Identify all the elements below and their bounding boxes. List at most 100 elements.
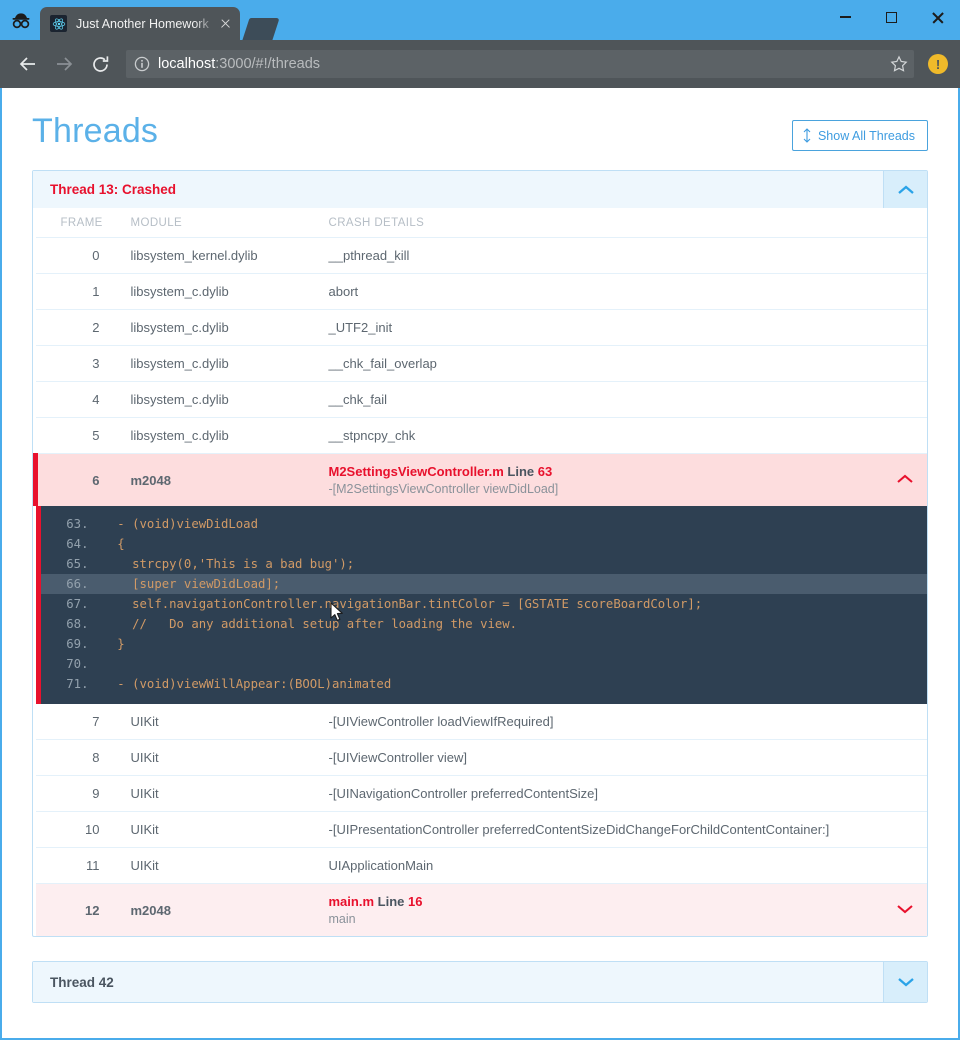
- table-row[interactable]: 3 libsystem_c.dylib __chk_fail_overlap: [35, 345, 927, 382]
- table-row-crash[interactable]: 12 m2048 main.m Line 16 main: [35, 883, 927, 936]
- chevron-down-icon: [897, 904, 913, 913]
- code-line-text: self.navigationController.navigationBar.…: [102, 597, 703, 611]
- table-row[interactable]: 10 UIKit -[UIPresentationController pref…: [35, 811, 927, 848]
- frame-index: 6: [33, 453, 114, 506]
- thread-expand-toggle[interactable]: [883, 962, 927, 1002]
- frame-spacer: [883, 704, 927, 740]
- frame-spacer: [883, 273, 927, 310]
- source-code-row: 63. - (void)viewDidLoad 64. { 65. strcpy…: [35, 506, 928, 704]
- code-line-text: - (void)viewDidLoad: [102, 517, 258, 531]
- url-path: :3000/#!/threads: [215, 56, 321, 72]
- page-content: Threads Show All Threads Thread 13: Cras…: [2, 88, 958, 1038]
- page-title: Threads: [32, 112, 159, 150]
- menu-badge-glyph: !: [935, 56, 941, 72]
- url-text: localhost:3000/#!/threads: [158, 56, 320, 72]
- frame-spacer: [883, 237, 927, 274]
- table-row[interactable]: 5 libsystem_c.dylib __stpncpy_chk: [35, 417, 927, 454]
- crash-file-name: main.m: [328, 894, 375, 909]
- code-line-text: - (void)viewWillAppear:(BOOL)animated: [102, 677, 392, 691]
- frame-module: UIKit: [113, 811, 329, 848]
- code-line-text: }: [102, 637, 125, 651]
- new-tab-icon[interactable]: [242, 18, 280, 40]
- frame-index: 3: [35, 345, 114, 382]
- page-info-icon[interactable]: [134, 56, 150, 72]
- incognito-hat-icon: [6, 0, 36, 40]
- page-header: Threads Show All Threads: [32, 112, 928, 151]
- table-row[interactable]: 2 libsystem_c.dylib _UTF2_init: [35, 309, 927, 346]
- frame-details: __chk_fail: [328, 381, 883, 418]
- table-row[interactable]: 0 libsystem_kernel.dylib __pthread_kill: [35, 237, 927, 274]
- frame-index: 11: [35, 847, 114, 884]
- window-maximize-button[interactable]: [868, 0, 914, 34]
- frame-index: 12: [35, 883, 114, 936]
- table-row-crash[interactable]: 6 m2048 M2SettingsViewController.m Line …: [33, 453, 927, 506]
- frame-index: 10: [35, 811, 114, 848]
- back-arrow-icon[interactable]: [10, 46, 46, 82]
- code-line-number: 71.: [66, 677, 89, 691]
- column-header-spacer: [883, 208, 927, 238]
- chevron-up-icon: [897, 474, 913, 483]
- browser-tab[interactable]: Just Another Homework: [40, 7, 240, 40]
- frame-spacer: [883, 775, 927, 812]
- code-line-text: {: [102, 537, 125, 551]
- frame-index: 0: [35, 237, 114, 274]
- frame-details: abort: [328, 273, 883, 310]
- url-bar[interactable]: localhost:3000/#!/threads: [126, 50, 914, 78]
- table-row[interactable]: 8 UIKit -[UIViewController view]: [35, 739, 927, 776]
- frame-details: -[UIViewController view]: [328, 739, 883, 776]
- crash-line-label: Line: [377, 894, 405, 909]
- code-line: 63. - (void)viewDidLoad: [41, 514, 928, 534]
- table-row[interactable]: 9 UIKit -[UINavigationController preferr…: [35, 775, 927, 812]
- up-down-arrow-icon: [803, 128, 811, 143]
- window-minimize-button[interactable]: [822, 0, 868, 34]
- frame-module: libsystem_kernel.dylib: [113, 237, 329, 274]
- thread-collapse-toggle[interactable]: [883, 171, 927, 208]
- window-controls: [822, 0, 960, 40]
- code-line-number: 63.: [66, 517, 89, 531]
- thread-panel-collapsed: Thread 42: [32, 961, 928, 1003]
- frame-index: 2: [35, 309, 114, 346]
- frame-details: __chk_fail_overlap: [328, 345, 883, 382]
- table-row[interactable]: 1 libsystem_c.dylib abort: [35, 273, 927, 310]
- frame-spacer: [883, 381, 927, 418]
- tab-close-icon[interactable]: [217, 15, 234, 32]
- code-line: 70.: [41, 654, 928, 674]
- thread-header[interactable]: Thread 13: Crashed: [33, 171, 927, 208]
- crash-line-label: Line: [507, 464, 535, 479]
- crash-location: M2SettingsViewController.m Line 63: [329, 464, 884, 479]
- frames-table-header: FRAME MODULE CRASH DETAILS: [35, 208, 927, 238]
- code-line-text: // Do any additional setup after loading…: [102, 617, 518, 631]
- threads-page: Threads Show All Threads Thread 13: Cras…: [2, 88, 958, 1003]
- code-line-number: 66.: [66, 577, 89, 591]
- frame-collapse-toggle[interactable]: [883, 453, 927, 506]
- frame-module: libsystem_c.dylib: [113, 309, 329, 346]
- frame-module: UIKit: [113, 847, 329, 884]
- frame-details: -[UIViewController loadViewIfRequired]: [328, 704, 883, 740]
- frame-spacer: [883, 739, 927, 776]
- table-row[interactable]: 7 UIKit -[UIViewController loadViewIfReq…: [35, 704, 927, 740]
- update-alert-icon[interactable]: !: [928, 54, 948, 74]
- frame-index: 8: [35, 739, 114, 776]
- show-all-threads-button[interactable]: Show All Threads: [791, 120, 928, 151]
- star-icon[interactable]: [890, 55, 908, 73]
- table-row[interactable]: 11 UIKit UIApplicationMain: [35, 847, 927, 884]
- column-header-details: CRASH DETAILS: [328, 208, 883, 238]
- code-line: 64. {: [41, 534, 928, 554]
- code-line-number: 69.: [66, 637, 89, 651]
- frame-crash-details: M2SettingsViewController.m Line 63 -[M2S…: [328, 453, 884, 506]
- frame-module: UIKit: [113, 739, 329, 776]
- table-row[interactable]: 4 libsystem_c.dylib __chk_fail: [35, 381, 927, 418]
- reload-icon[interactable]: [82, 46, 118, 82]
- thread-header[interactable]: Thread 42: [33, 962, 927, 1002]
- browser-window: Just Another Homework localhost:3000/#!/…: [0, 0, 960, 1040]
- code-line-number: 70.: [66, 657, 89, 671]
- frame-module: m2048: [113, 453, 329, 506]
- window-close-button[interactable]: [914, 0, 960, 34]
- forward-arrow-icon: [46, 46, 82, 82]
- code-line-number: 68.: [66, 617, 89, 631]
- frame-expand-toggle[interactable]: [883, 883, 927, 936]
- crash-symbol: -[M2SettingsViewController viewDidLoad]: [328, 482, 559, 496]
- frames-table: FRAME MODULE CRASH DETAILS 0 libsystem_k…: [33, 208, 927, 936]
- react-logo-icon: [50, 15, 67, 32]
- crash-location: main.m Line 16: [329, 894, 884, 909]
